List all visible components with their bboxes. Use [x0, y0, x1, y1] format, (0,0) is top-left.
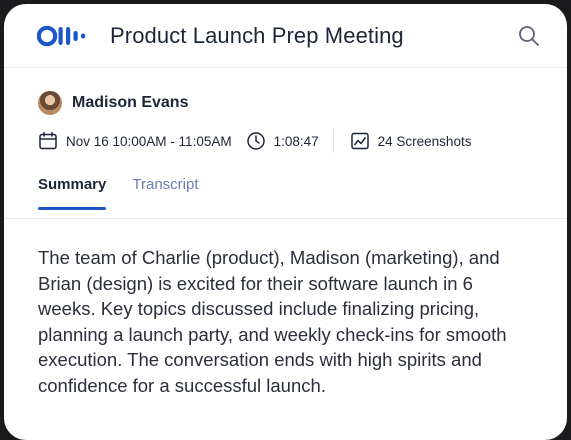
- meeting-meta: Madison Evans Nov 16 10:00AM - 11:05AM 1…: [4, 68, 567, 218]
- top-bar: Product Launch Prep Meeting: [4, 4, 567, 68]
- otter-logo-icon[interactable]: [37, 24, 97, 48]
- search-icon[interactable]: [517, 24, 541, 48]
- page-title: Product Launch Prep Meeting: [110, 22, 404, 48]
- meeting-details: Nov 16 10:00AM - 11:05AM 1:08:47 24 Scre…: [38, 128, 537, 154]
- tab-transcript[interactable]: Transcript: [132, 176, 198, 218]
- avatar[interactable]: [38, 91, 62, 115]
- meeting-owner: Madison Evans: [38, 90, 537, 116]
- owner-name: Madison Evans: [72, 94, 189, 111]
- clock-icon: [246, 131, 266, 151]
- meeting-duration: 1:08:47: [273, 133, 319, 149]
- calendar-icon: [38, 131, 58, 151]
- meeting-datetime: Nov 16 10:00AM - 11:05AM: [66, 133, 232, 149]
- tab-bar: Summary Transcript: [38, 176, 537, 218]
- tab-summary[interactable]: Summary: [38, 176, 107, 218]
- divider: [332, 129, 334, 153]
- meeting-card: Product Launch Prep Meeting Madison Evan…: [4, 4, 567, 440]
- screenshot-count[interactable]: 24 Screenshots: [378, 134, 472, 149]
- screenshot-icon: [350, 131, 370, 151]
- summary-text: The team of Charlie (product), Madison (…: [38, 247, 507, 396]
